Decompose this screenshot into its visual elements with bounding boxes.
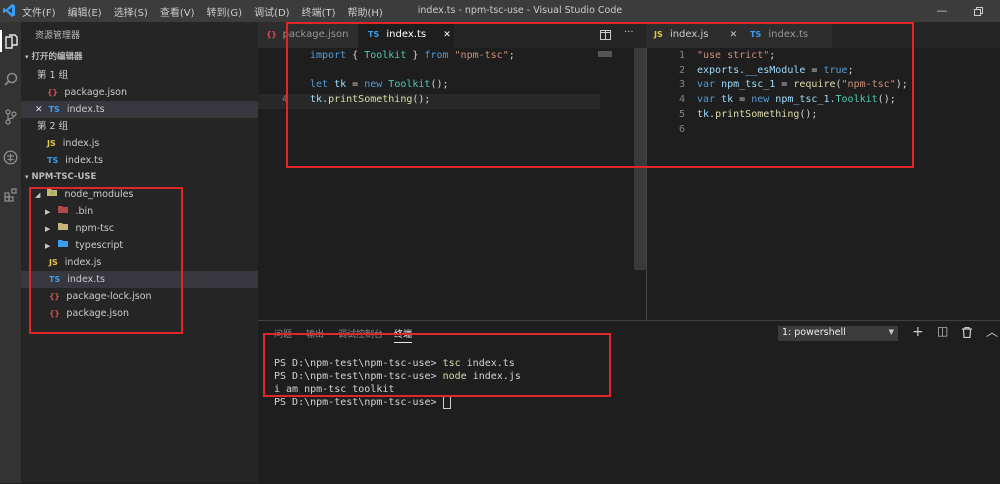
debug-icon[interactable] <box>0 146 21 168</box>
chevron-down-icon: ▾ <box>25 53 29 61</box>
extensions-icon[interactable] <box>0 184 21 206</box>
vscode-logo-icon <box>3 4 15 17</box>
code-token: PS D:\npm-test\npm-tsc-use> <box>274 397 443 408</box>
open-editor-index-ts[interactable]: ✕ TS index.ts <box>21 101 258 118</box>
json-file-icon: {} <box>266 30 277 39</box>
maximize-panel-icon[interactable]: ︿ <box>986 323 998 340</box>
chevron-down-icon: ▼ <box>888 328 894 336</box>
menu-edit[interactable]: 编辑(E) <box>62 4 108 19</box>
js-file-icon: JS <box>47 139 56 148</box>
menu-help[interactable]: 帮助(H) <box>342 4 389 19</box>
menu-goto[interactable]: 转到(G) <box>201 4 249 19</box>
terminal-cursor <box>442 396 451 409</box>
json-file-icon: {} <box>47 88 58 97</box>
terminal-select-value: 1: powershell <box>782 327 846 338</box>
source-control-icon[interactable] <box>0 106 21 128</box>
menu-selection[interactable]: 选择(S) <box>108 4 154 19</box>
activity-bar <box>0 22 21 483</box>
menu-bar: 文件(F) 编辑(E) 选择(S) 查看(V) 转到(G) 调试(D) 终端(T… <box>16 0 389 22</box>
annotation-box-terminal <box>263 333 611 397</box>
annotation-box-editors <box>286 22 914 168</box>
open-editor-label: index.ts <box>66 104 105 115</box>
menu-terminal[interactable]: 终端(T) <box>296 4 342 19</box>
trash-icon[interactable] <box>962 326 972 341</box>
chevron-down-icon: ▾ <box>25 173 29 181</box>
explorer-icon[interactable] <box>0 30 21 52</box>
restore-icon[interactable] <box>960 0 996 22</box>
search-icon[interactable] <box>0 68 21 90</box>
ts-file-icon: TS <box>47 156 59 165</box>
open-editor-index-js[interactable]: JS index.js <box>21 135 258 152</box>
open-editor-label: index.ts <box>65 155 103 166</box>
minimize-icon[interactable]: — <box>924 0 960 22</box>
annotation-box-project-tree <box>29 187 183 334</box>
terminal-select[interactable]: 1: powershell ▼ <box>778 326 898 341</box>
open-editor-label: package.json <box>64 87 127 98</box>
editor-group-2-label: 第 2 组 <box>37 121 69 132</box>
sidebar-title: 资源管理器 <box>35 31 81 41</box>
terminal-line: PS D:\npm-test\npm-tsc-use> <box>274 396 451 409</box>
window-title: index.ts - npm-tsc-use - Visual Studio C… <box>417 5 623 16</box>
close-icon[interactable]: ✕ <box>35 105 43 115</box>
ts-file-icon: TS <box>48 105 60 114</box>
project-label: NPM-TSC-USE <box>31 172 97 182</box>
open-editor-index-ts-2[interactable]: TS index.ts <box>21 152 258 169</box>
open-editor-label: index.js <box>62 138 100 149</box>
menu-debug[interactable]: 调试(D) <box>248 4 296 19</box>
line-number: 4 <box>281 94 288 105</box>
split-terminal-icon[interactable]: ◫ <box>937 324 948 338</box>
editor-group-1-label: 第 1 组 <box>37 70 69 81</box>
project-header[interactable]: ▾ NPM-TSC-USE <box>21 169 258 186</box>
open-editors-label: 打开的编辑器 <box>31 52 83 62</box>
open-editors-header[interactable]: ▾ 打开的编辑器 <box>21 49 258 66</box>
title-bar: 文件(F) 编辑(E) 选择(S) 查看(V) 转到(G) 调试(D) 终端(T… <box>0 0 1000 22</box>
add-terminal-icon[interactable]: + <box>912 324 924 340</box>
menu-view[interactable]: 查看(V) <box>154 4 201 19</box>
open-editor-package-json[interactable]: {} package.json <box>21 84 258 101</box>
menu-file[interactable]: 文件(F) <box>16 4 62 19</box>
